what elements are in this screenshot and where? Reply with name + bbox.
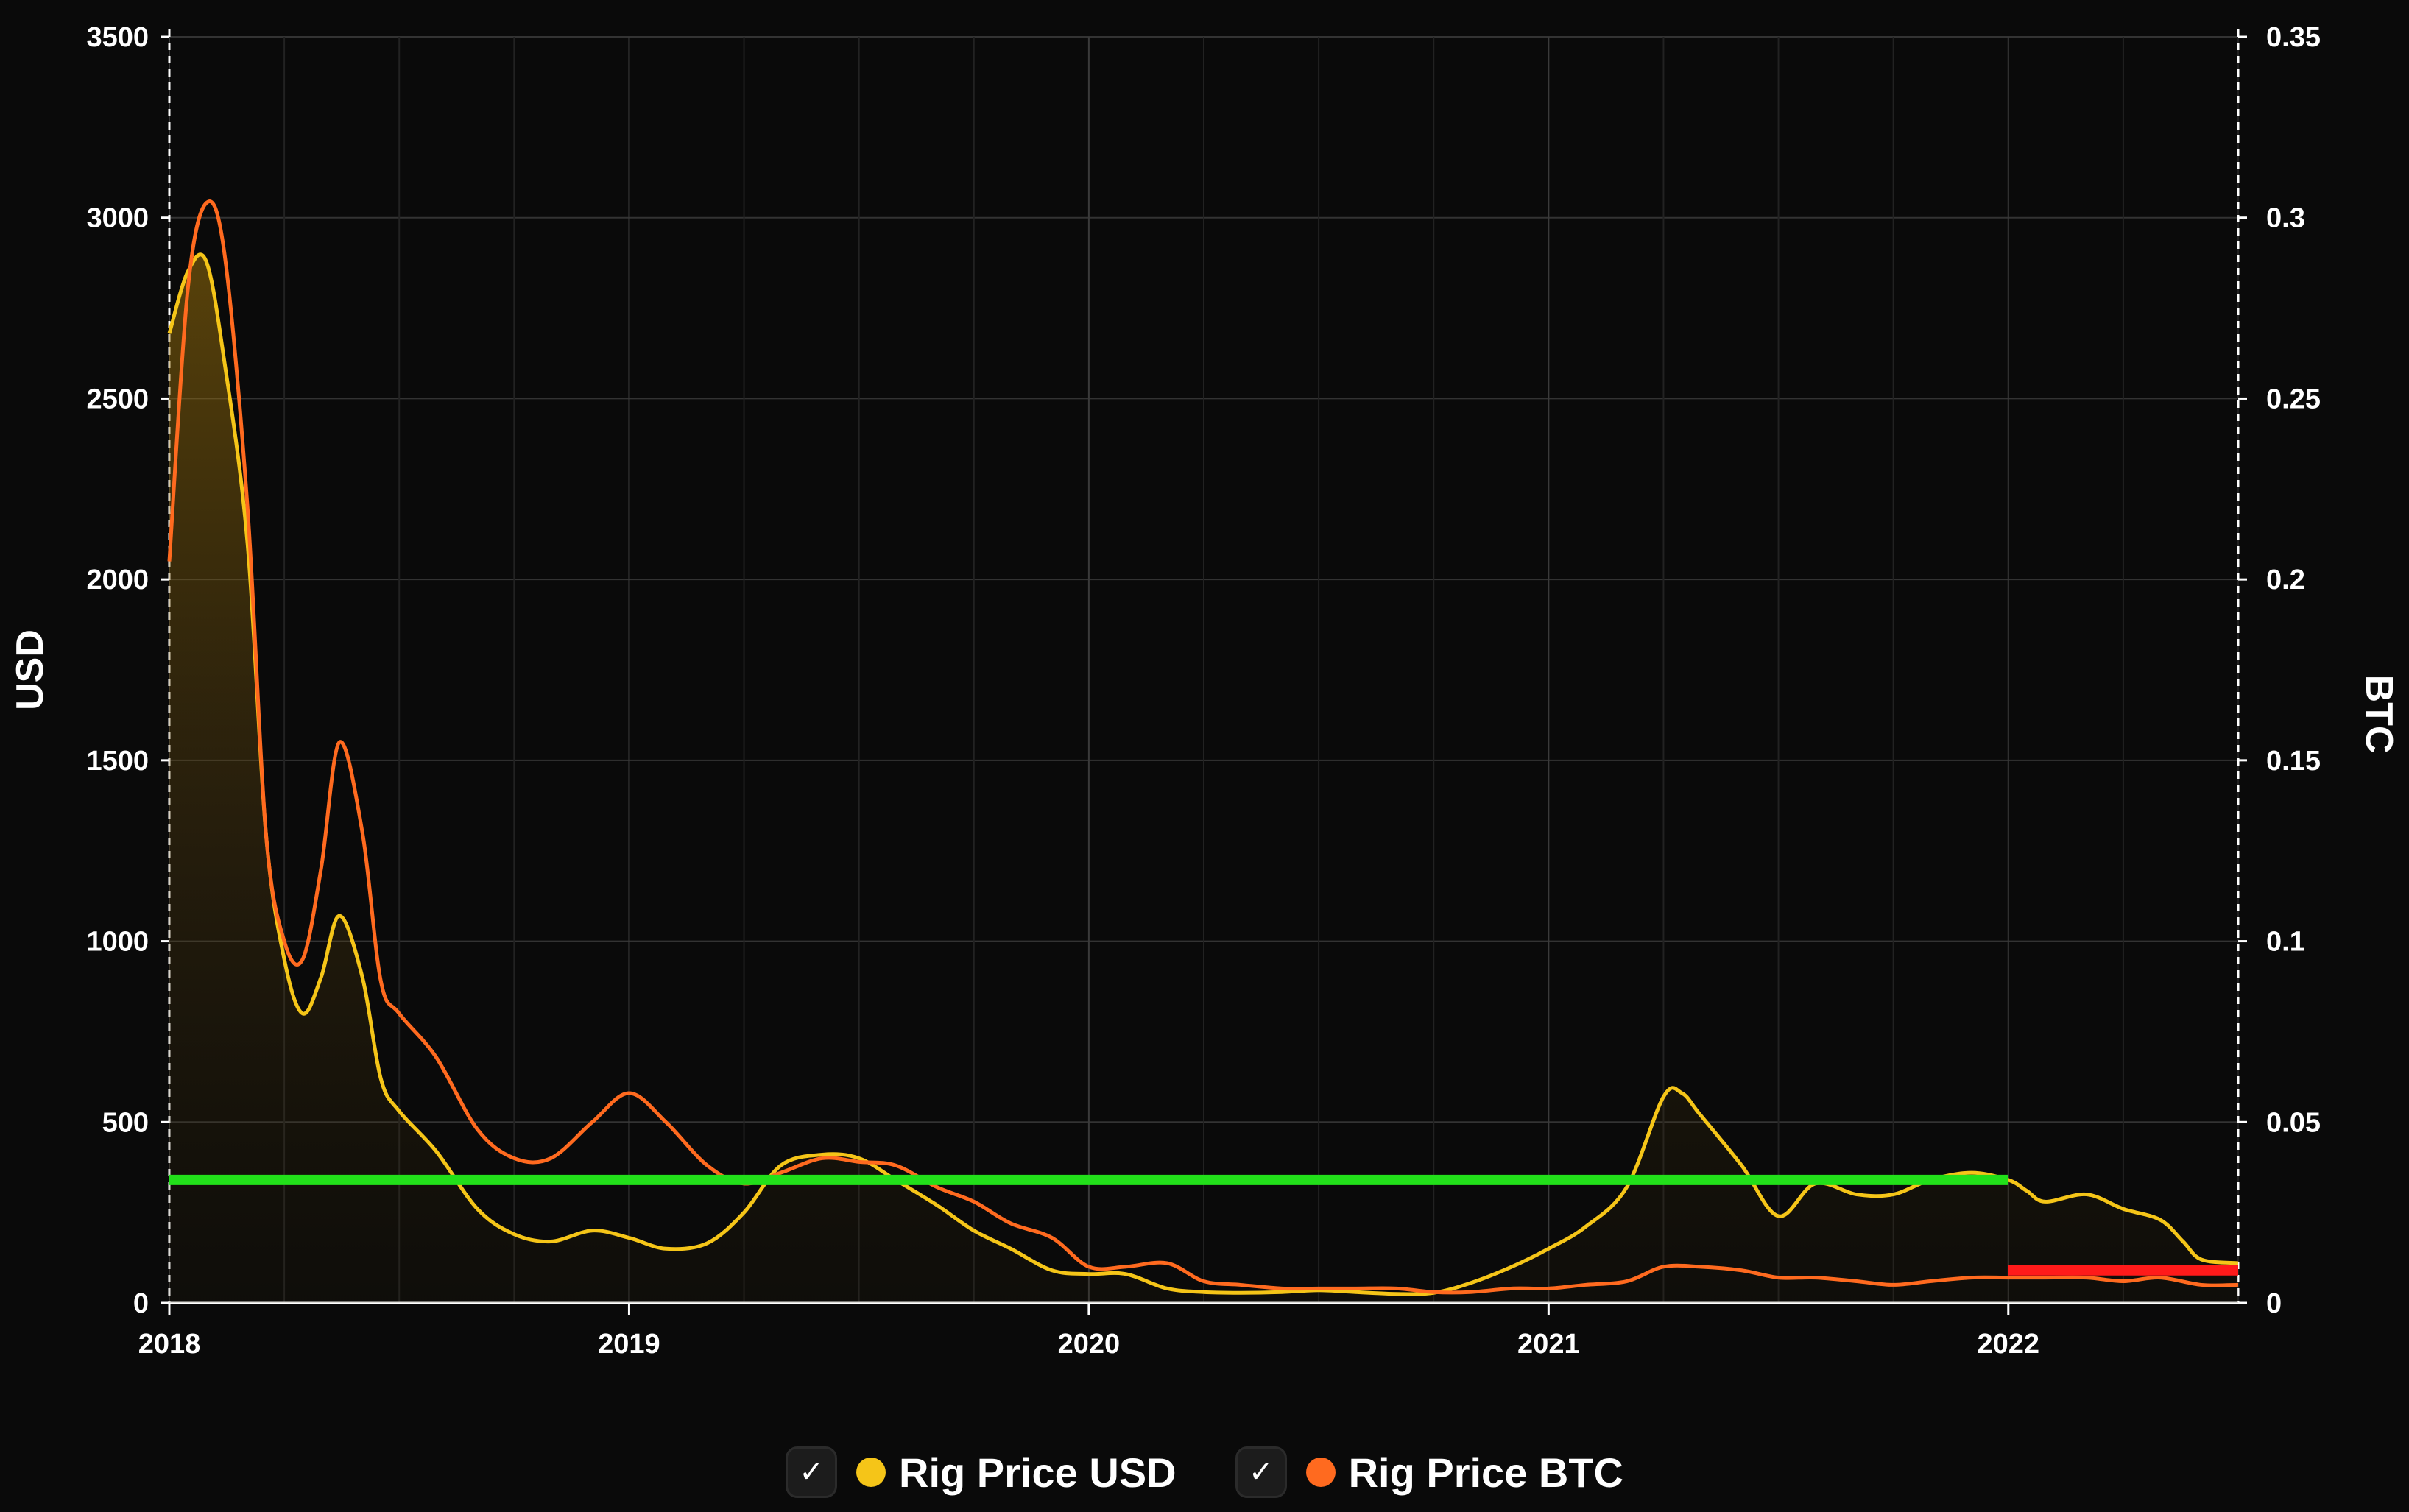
y-right-tick-label: 0.3 xyxy=(2266,203,2305,234)
x-tick-label: 2021 xyxy=(1517,1329,1580,1360)
legend-swatch-btc xyxy=(1305,1458,1336,1487)
y-right-tick-label: 0.1 xyxy=(2266,927,2305,958)
y-right-tick-label: 0.35 xyxy=(2266,22,2321,53)
y-right-tick-label: 0 xyxy=(2266,1288,2282,1319)
chart-legend: ✓ Rig Price USD ✓ Rig Price BTC xyxy=(0,1439,2409,1505)
checkbox-check-icon[interactable]: ✓ xyxy=(1235,1446,1287,1498)
y-left-tick-label: 3500 xyxy=(86,22,149,53)
x-tick-label: 2020 xyxy=(1058,1329,1121,1360)
x-tick-label: 2022 xyxy=(1978,1329,2040,1360)
checkbox-check-icon[interactable]: ✓ xyxy=(786,1446,838,1498)
y-right-tick-label: 0.2 xyxy=(2266,565,2305,596)
y-axis-right-title: BTC xyxy=(2357,675,2400,754)
y-left-tick-label: 2000 xyxy=(86,565,149,596)
legend-item-usd[interactable]: ✓ Rig Price USD xyxy=(786,1446,1177,1498)
y-left-tick-label: 1500 xyxy=(86,746,149,777)
legend-item-btc[interactable]: ✓ Rig Price BTC xyxy=(1235,1446,1623,1498)
y-left-tick-label: 500 xyxy=(102,1107,149,1138)
y-right-tick-label: 0.05 xyxy=(2266,1107,2321,1138)
legend-label-usd: Rig Price USD xyxy=(899,1449,1177,1496)
y-right-tick-label: 0.15 xyxy=(2266,746,2321,777)
x-tick-label: 2018 xyxy=(138,1329,201,1360)
legend-label-btc: Rig Price BTC xyxy=(1348,1449,1623,1496)
y-left-tick-label: 3000 xyxy=(86,203,149,234)
y-left-tick-label: 1000 xyxy=(86,927,149,958)
y-right-tick-label: 0.25 xyxy=(2266,384,2321,414)
y-left-tick-label: 2500 xyxy=(86,384,149,414)
y-axis-left-title: USD xyxy=(9,629,52,710)
x-tick-label: 2019 xyxy=(598,1329,660,1360)
y-left-tick-label: 0 xyxy=(133,1288,149,1319)
chart-canvas: 0 500 1000 1500 2000 2500 3000 3500 0 0.05 0.1 0.15… xyxy=(9,22,2400,1360)
legend-swatch-usd xyxy=(856,1458,886,1487)
